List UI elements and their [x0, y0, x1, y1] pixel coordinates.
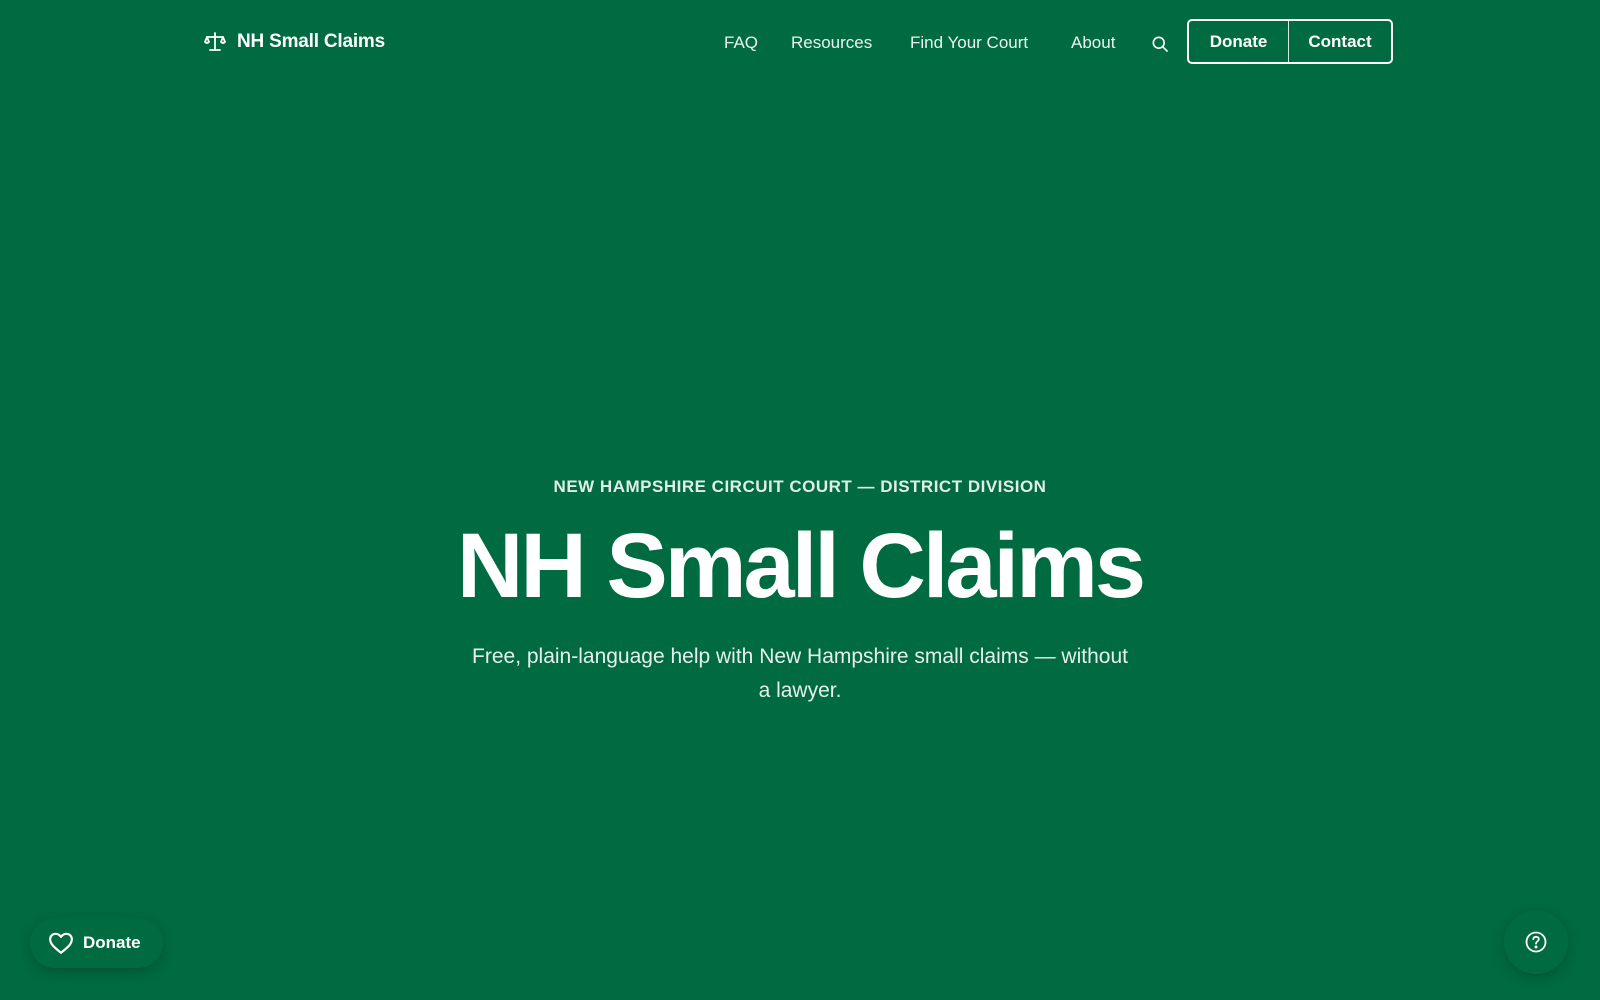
hero-title: NH Small Claims: [456, 515, 1146, 617]
hero-eyebrow: NEW HAMPSHIRE CIRCUIT COURT — DISTRICT D…: [553, 477, 1047, 496]
nav-find-your-court-link[interactable]: Find Your Court: [910, 32, 1028, 54]
floating-donate-button[interactable]: Donate: [30, 918, 163, 968]
nav-resources-link[interactable]: Resources: [791, 32, 872, 54]
hero-section: NEW HAMPSHIRE CIRCUIT COURT — DISTRICT D…: [0, 470, 1600, 708]
header-button-group: Donate Contact: [1187, 19, 1393, 64]
site-header: NH Small Claims FAQ Resources Find Your …: [0, 0, 1600, 88]
header-contact-button[interactable]: Contact: [1289, 21, 1391, 62]
page: NH Small Claims FAQ Resources Find Your …: [0, 0, 1600, 1000]
search-button[interactable]: [1148, 32, 1172, 56]
heart-icon: [48, 931, 74, 955]
search-icon: [1150, 34, 1170, 54]
nav-about-link[interactable]: About: [1071, 32, 1115, 54]
header-donate-button[interactable]: Donate: [1189, 21, 1289, 62]
hero-subtitle: Free, plain-language help with New Hamps…: [472, 645, 1128, 702]
floating-donate-label: Donate: [83, 933, 141, 952]
help-circle-icon: [1524, 930, 1548, 954]
help-button[interactable]: [1504, 910, 1568, 974]
nav-faq-link[interactable]: FAQ: [724, 32, 758, 54]
